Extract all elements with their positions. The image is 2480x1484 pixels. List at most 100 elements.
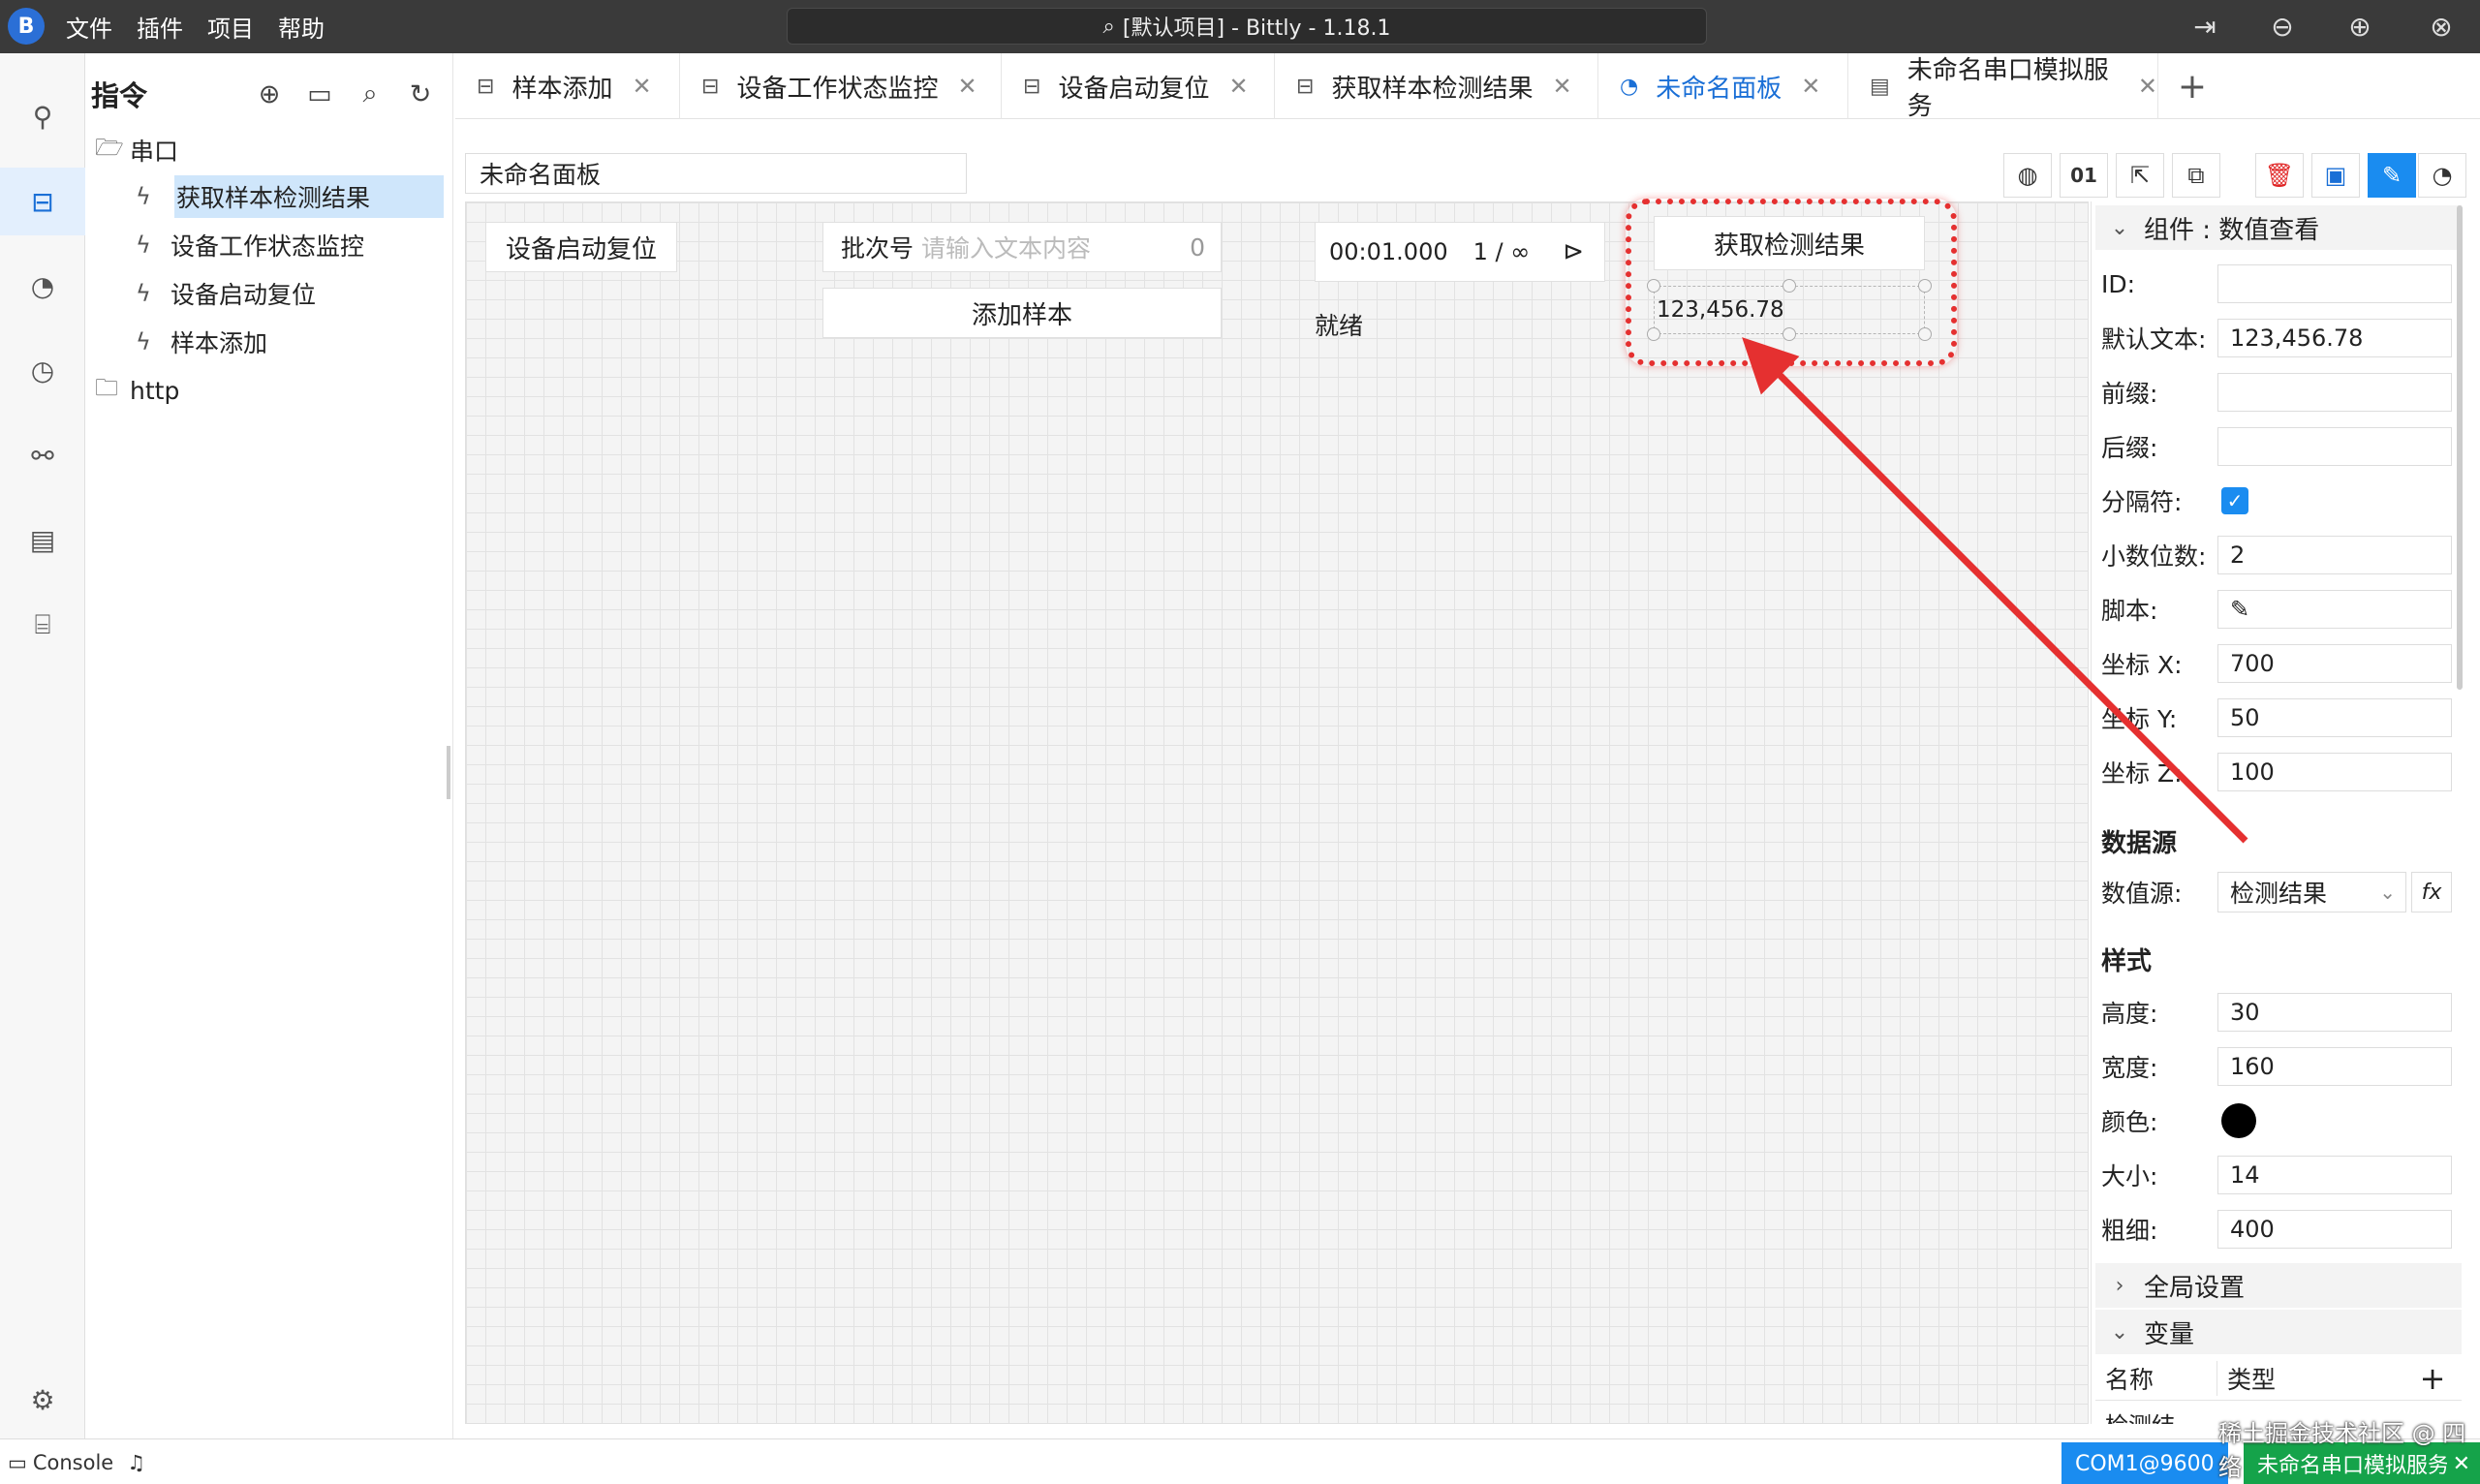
tab-get-result[interactable]: ⊟ 获取样本检测结果 ✕: [1275, 53, 1598, 119]
style-title: 样式: [2101, 947, 2153, 976]
close-icon[interactable]: ✕: [2138, 73, 2157, 100]
flow-icon[interactable]: ⚯: [0, 421, 85, 489]
plug-icon[interactable]: ⚲: [0, 82, 85, 150]
menu-project[interactable]: 项目: [207, 10, 254, 44]
resize-handle[interactable]: [1647, 327, 1660, 341]
sidebar-resize-handle[interactable]: [447, 746, 450, 799]
command-search[interactable]: ⌕ [默认项目] - Bittly - 1.18.1: [787, 8, 1707, 45]
hex-toggle-button[interactable]: 01: [2060, 153, 2108, 198]
tab-serial-service[interactable]: ▤ 未命名串口模拟服务 ✕: [1848, 53, 2158, 121]
global-settings-header[interactable]: › 全局设置: [2095, 1263, 2462, 1308]
width-input[interactable]: 160: [2217, 1047, 2452, 1086]
search-icon[interactable]: ⌕: [345, 78, 395, 109]
fx-button[interactable]: fx: [2411, 872, 2452, 912]
tree-folder-label: 串口: [130, 138, 179, 166]
watermark: 稀土掘金技术社区 @ 四络: [2218, 1420, 2466, 1481]
resize-handle[interactable]: [1782, 279, 1796, 293]
close-icon[interactable]: ✕: [1228, 73, 1248, 100]
panel-name-input[interactable]: 未命名面板: [465, 153, 967, 194]
tab-unnamed-panel[interactable]: ◔ 未命名面板 ✕: [1598, 53, 1848, 119]
dashboard-icon[interactable]: ◔: [0, 252, 85, 320]
list-icon[interactable]: ▤: [0, 506, 85, 573]
close-icon[interactable]: ✕: [1552, 73, 1571, 100]
menu-help[interactable]: 帮助: [278, 10, 325, 44]
close-icon[interactable]: ✕: [1801, 73, 1820, 100]
menu-plugins[interactable]: 插件: [137, 10, 183, 44]
app-logo: B: [8, 8, 45, 45]
resize-handle[interactable]: [1647, 279, 1660, 293]
minimize-icon[interactable]: ⊖: [2253, 0, 2311, 53]
folder-icon: 🗀: [95, 373, 118, 401]
document-icon: ▤: [1870, 74, 1890, 99]
tree-item-get-result[interactable]: 获取样本检测结果: [174, 175, 444, 218]
menu-file[interactable]: 文件: [66, 10, 112, 44]
add-icon[interactable]: ⊕: [244, 79, 294, 109]
com-port-tag[interactable]: COM1@9600 ✕: [2062, 1442, 2240, 1484]
script-edit-button[interactable]: ✎: [2217, 590, 2452, 629]
color-picker[interactable]: [2221, 1103, 2256, 1138]
chevron-down-icon: ⌄: [2110, 1319, 2129, 1345]
batch-number-field[interactable]: 批次号 请输入文本内容 0: [822, 222, 1222, 272]
tree-item-label: 设备启动复位: [170, 281, 317, 309]
console-toggle[interactable]: ▭ Console ♫: [8, 1439, 145, 1484]
dashboard-icon[interactable]: ◔: [2418, 153, 2466, 198]
resize-handle[interactable]: [1782, 327, 1796, 341]
timer-widget: 00:01.000 1 / ∞ ⊳: [1315, 222, 1605, 282]
globe-icon[interactable]: ◍: [2003, 153, 2052, 198]
new-tab-button[interactable]: +: [2158, 53, 2226, 119]
get-result-button[interactable]: 获取检测结果: [1654, 216, 1925, 270]
close-icon[interactable]: ⊗: [2412, 0, 2470, 53]
scan-icon[interactable]: ⌸: [0, 591, 85, 659]
x-input[interactable]: 700: [2217, 644, 2452, 683]
tree-item-add-sample[interactable]: ϟ 样本添加: [136, 321, 444, 363]
tree-folder-http[interactable]: 🗀 http: [95, 369, 444, 412]
add-sample-button[interactable]: 添加样本: [822, 288, 1222, 338]
prefix-input[interactable]: [2217, 373, 2452, 412]
resize-handle[interactable]: [1918, 279, 1932, 293]
save-icon[interactable]: ▣: [2311, 153, 2360, 198]
id-input[interactable]: [2217, 264, 2452, 303]
size-input[interactable]: 14: [2217, 1156, 2452, 1194]
close-icon[interactable]: ✕: [632, 73, 651, 100]
prop-z: 坐标 Z: 100: [2092, 750, 2464, 794]
z-input[interactable]: 100: [2217, 753, 2452, 791]
y-input[interactable]: 50: [2217, 698, 2452, 737]
panel-canvas[interactable]: 设备启动复位 批次号 请输入文本内容 0 添加样本 00:01.000 1 / …: [465, 201, 2089, 1424]
layers-icon[interactable]: ⧉: [2172, 153, 2220, 198]
decimals-input[interactable]: 2: [2217, 536, 2452, 574]
reset-device-button[interactable]: 设备启动复位: [485, 222, 677, 272]
close-icon[interactable]: ✕: [957, 73, 976, 100]
delete-icon[interactable]: 🗑: [2255, 153, 2304, 198]
separator-checkbox[interactable]: ✓: [2221, 487, 2248, 514]
tab-reset[interactable]: ⊟ 设备启动复位 ✕: [1002, 53, 1275, 119]
play-icon[interactable]: ⊳: [1563, 237, 1584, 266]
pin-icon[interactable]: ⇥: [2176, 0, 2234, 53]
add-variable-button[interactable]: +: [2403, 1360, 2462, 1397]
tree-folder-serial[interactable]: 🗁 串口: [95, 129, 444, 171]
timer-icon[interactable]: ◷: [0, 336, 85, 404]
chevron-down-icon: ⌄: [2110, 215, 2129, 240]
bolt-icon: ϟ: [136, 232, 151, 259]
suffix-input[interactable]: [2217, 427, 2452, 466]
maximize-icon[interactable]: ⊕: [2331, 0, 2389, 53]
new-folder-icon[interactable]: ▭: [294, 79, 345, 109]
prop-script: 脚本: ✎: [2092, 587, 2464, 632]
variables-header[interactable]: ⌄ 变量: [2095, 1310, 2462, 1354]
properties-scrollbar[interactable]: [2457, 205, 2463, 690]
datasource-select[interactable]: 检测结果 ⌄: [2217, 872, 2406, 912]
default-text-input[interactable]: 123,456.78: [2217, 319, 2452, 357]
pointer-icon[interactable]: ⇱: [2116, 153, 2164, 198]
settings-icon[interactable]: ⚙: [0, 1366, 85, 1434]
edit-icon[interactable]: ✎: [2368, 153, 2416, 198]
tab-status-monitor[interactable]: ⊟ 设备工作状态监控 ✕: [680, 53, 1002, 119]
height-input[interactable]: 30: [2217, 993, 2452, 1032]
status-bar: ▭ Console ♫ COM1@9600 ✕ 未命名串口模拟服务 ✕: [0, 1438, 2480, 1484]
tree-item-status-monitor[interactable]: ϟ 设备工作状态监控: [136, 224, 444, 266]
resize-handle[interactable]: [1918, 327, 1932, 341]
refresh-icon[interactable]: ↻: [395, 79, 446, 109]
weight-input[interactable]: 400: [2217, 1210, 2452, 1249]
component-header[interactable]: ⌄ 组件 : 数值查看: [2095, 205, 2462, 250]
tab-sample-add[interactable]: ⊟ 样本添加 ✕: [455, 53, 680, 119]
tree-item-reset[interactable]: ϟ 设备启动复位: [136, 272, 444, 315]
serial-icon[interactable]: ⊟: [0, 168, 85, 235]
